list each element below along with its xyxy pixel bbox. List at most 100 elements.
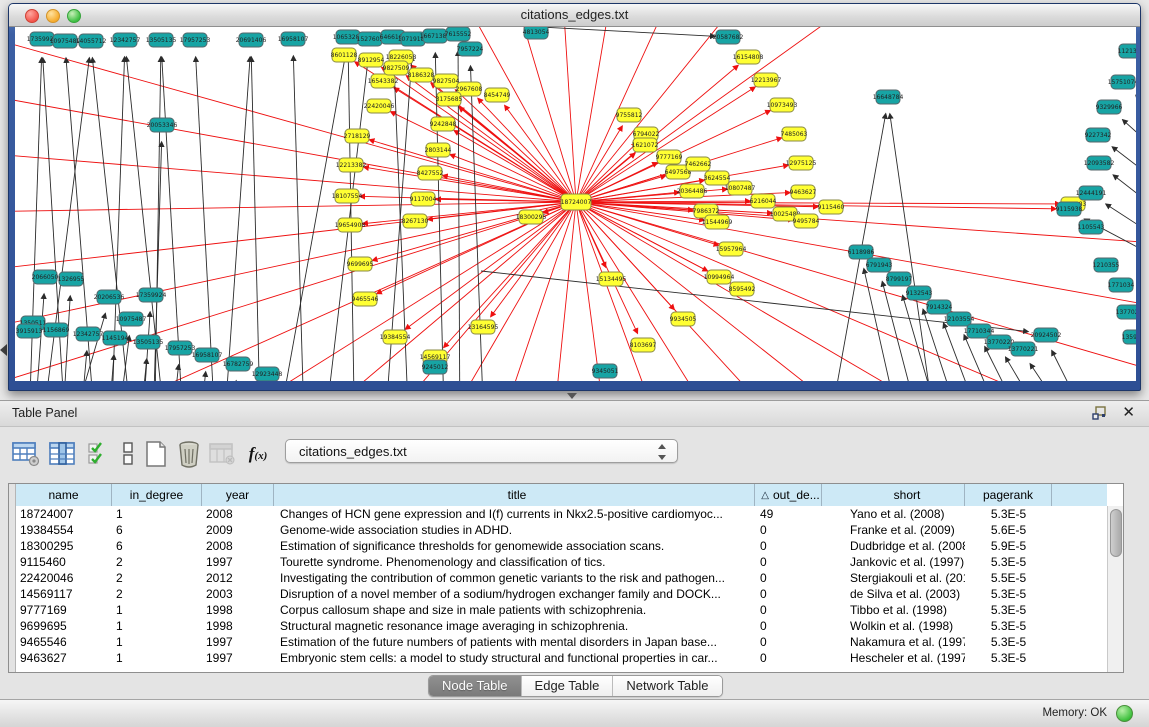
network-node[interactable]: 20691406 xyxy=(236,33,267,47)
network-node[interactable]: 9495784 xyxy=(793,214,820,228)
network-node[interactable]: 8267130 xyxy=(402,214,429,228)
network-node[interactable]: 1105543 xyxy=(1078,220,1105,234)
network-node[interactable]: 1771034 xyxy=(1108,278,1135,292)
close-panel-icon[interactable]: ✕ xyxy=(1122,404,1135,422)
network-node[interactable]: 2803144 xyxy=(425,143,452,157)
tab-network-table[interactable]: Network Table xyxy=(613,676,721,696)
network-node[interactable]: 20364486 xyxy=(677,184,708,198)
network-node[interactable]: 16648784 xyxy=(873,90,904,104)
network-node[interactable]: 9465546 xyxy=(352,292,379,306)
vertical-scrollbar[interactable] xyxy=(1107,506,1123,672)
network-node[interactable]: 3624554 xyxy=(704,171,731,185)
column-header-title[interactable]: title xyxy=(274,484,755,506)
network-node[interactable]: 1156869 xyxy=(43,323,70,337)
network-graph[interactable]: 1872400786011288912954182260581654338298… xyxy=(15,27,1136,381)
network-node[interactable]: 16958107 xyxy=(192,348,223,362)
network-node[interactable]: 22420046 xyxy=(364,99,395,113)
network-node[interactable]: 10807487 xyxy=(725,181,756,195)
network-node[interactable]: 6118986 xyxy=(848,245,875,259)
network-node[interactable]: 20587682 xyxy=(713,30,744,44)
network-node[interactable]: 9329966 xyxy=(1096,100,1123,114)
table-row[interactable]: 1456911722003Disruption of a novel membe… xyxy=(16,586,1107,602)
network-node[interactable]: 16958107 xyxy=(278,32,309,46)
table-selector-dropdown[interactable]: citations_edges.txt xyxy=(285,439,678,463)
delete-column-disabled-icon[interactable] xyxy=(206,437,238,471)
network-node[interactable]: 16543382 xyxy=(368,74,399,88)
column-header-in_degree[interactable]: in_degree xyxy=(112,484,202,506)
network-node[interactable]: 17957253 xyxy=(180,33,211,47)
show-columns-icon[interactable] xyxy=(46,437,78,471)
network-node[interactable]: 9115938 xyxy=(1056,202,1083,216)
column-header-short[interactable]: short xyxy=(822,484,965,506)
network-window-titlebar[interactable]: citations_edges.txt xyxy=(9,4,1140,27)
table-row[interactable]: 1938455462009Genome-wide association stu… xyxy=(16,522,1107,538)
network-node[interactable]: 15957964 xyxy=(716,242,747,256)
network-node[interactable]: 2718129 xyxy=(344,129,371,143)
network-node[interactable]: 12213967 xyxy=(751,73,782,87)
column-header-name[interactable]: name xyxy=(16,484,112,506)
network-node[interactable]: 20053346 xyxy=(147,118,178,132)
network-node[interactable]: 9132543 xyxy=(906,286,933,300)
network-node[interactable]: 3175685 xyxy=(436,92,463,106)
network-node[interactable]: 8454749 xyxy=(484,88,511,102)
network-node[interactable]: 9463627 xyxy=(790,185,817,199)
network-node[interactable]: 12975125 xyxy=(786,156,817,170)
network-node[interactable]: 12342757 xyxy=(73,327,104,341)
network-node[interactable]: 12444191 xyxy=(1076,186,1107,200)
network-node[interactable]: 1359581 xyxy=(1122,330,1136,344)
table-row[interactable]: 977716911998Corpus callosum shape and si… xyxy=(16,602,1107,618)
network-node[interactable]: 13505135 xyxy=(146,33,177,47)
network-node[interactable]: 15134495 xyxy=(596,272,627,286)
network-node[interactable]: 6216044 xyxy=(750,194,777,208)
network-node[interactable]: 10973493 xyxy=(767,98,798,112)
float-panel-icon[interactable] xyxy=(1092,406,1107,420)
network-node[interactable]: 16782759 xyxy=(223,357,254,371)
column-header-pagerank[interactable]: pagerank xyxy=(965,484,1052,506)
network-node[interactable]: 1121344 xyxy=(1118,44,1136,58)
network-node[interactable]: 1621072 xyxy=(632,138,659,152)
scrollbar-thumb[interactable] xyxy=(1110,509,1122,557)
network-node[interactable]: 8912954 xyxy=(358,53,385,67)
function-builder-icon[interactable]: f(x) xyxy=(242,437,274,471)
network-node[interactable]: 18107554 xyxy=(332,189,363,203)
network-node[interactable]: 8601128 xyxy=(331,48,358,62)
network-node[interactable]: 9245012 xyxy=(422,360,449,374)
network-node[interactable]: 8427552 xyxy=(417,166,444,180)
table-settings-icon[interactable] xyxy=(10,437,42,471)
table-row[interactable]: 1872400712008Changes of HCN gene express… xyxy=(16,506,1107,522)
network-node[interactable]: 15751074 xyxy=(1108,75,1136,89)
network-node[interactable]: 3915913 xyxy=(16,324,43,338)
network-node[interactable]: 9934505 xyxy=(670,312,697,326)
create-table-icon[interactable] xyxy=(140,437,172,471)
network-node[interactable]: 8186328 xyxy=(408,68,435,82)
table-row[interactable]: 946554611997Estimation of the future num… xyxy=(16,634,1107,650)
column-header-out_de[interactable]: △out_de... xyxy=(755,484,822,506)
network-node[interactable]: 4813054 xyxy=(523,27,550,39)
network-node[interactable]: 2066050 xyxy=(32,270,59,284)
network-node[interactable]: 9115460 xyxy=(818,200,845,214)
network-node[interactable]: 20924502 xyxy=(1031,328,1062,342)
network-node[interactable]: 8103697 xyxy=(630,338,657,352)
network-node[interactable]: 12923448 xyxy=(252,367,283,381)
table-row[interactable]: 1830029562008Estimation of significance … xyxy=(16,538,1107,554)
tab-node-table[interactable]: Node Table xyxy=(429,676,522,696)
network-node[interactable]: 17359924 xyxy=(136,288,167,302)
network-node[interactable]: 7615552 xyxy=(445,27,472,41)
network-node[interactable]: 11544969 xyxy=(702,215,733,229)
network-node[interactable]: 10975487 xyxy=(116,312,147,326)
network-canvas[interactable]: 1872400786011288912954182260581654338298… xyxy=(15,27,1136,381)
network-node[interactable]: 12093582 xyxy=(1084,156,1115,170)
network-node[interactable]: 16154808 xyxy=(733,50,764,64)
network-node[interactable]: 1210355 xyxy=(1093,258,1120,272)
network-node-hub[interactable]: 18724007 xyxy=(561,194,592,210)
network-node[interactable]: 9227342 xyxy=(1085,128,1112,142)
network-node[interactable]: 10994964 xyxy=(704,270,735,284)
table-row[interactable]: 911546021997Tourette syndrome. Phenomeno… xyxy=(16,554,1107,570)
table-row[interactable]: 946362711997Embryonic stem cells: a mode… xyxy=(16,650,1107,666)
network-node[interactable]: 13164595 xyxy=(468,320,499,334)
network-node[interactable]: 8799197 xyxy=(886,272,913,286)
collapse-left-panel-icon[interactable] xyxy=(0,344,7,356)
network-node[interactable]: 9117004 xyxy=(410,192,437,206)
select-columns-icon[interactable] xyxy=(82,437,114,471)
table-row[interactable]: 969969511998Structural magnetic resonanc… xyxy=(16,618,1107,634)
